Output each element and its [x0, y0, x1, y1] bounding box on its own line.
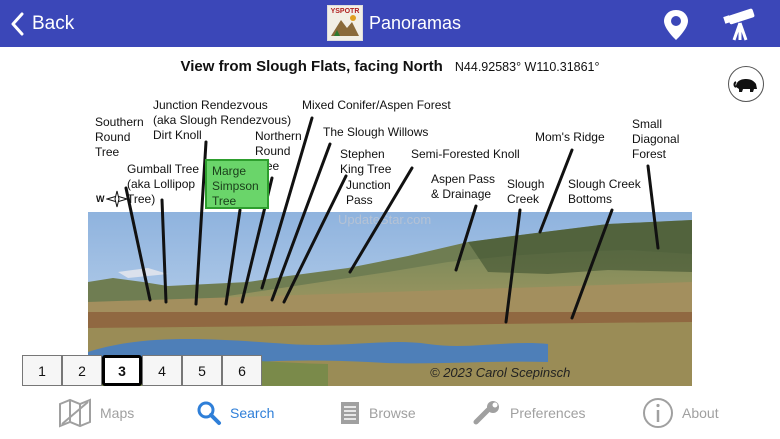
- label-stephen-king-tree[interactable]: Stephen King Tree: [340, 147, 391, 177]
- label-slough-creek-bottoms[interactable]: Slough Creek Bottoms: [568, 177, 641, 207]
- nav-title-group: YSPOTR Panoramas: [327, 5, 461, 41]
- label-aspen-pass[interactable]: Aspen Pass & Drainage: [431, 172, 495, 202]
- page-1-button[interactable]: 1: [22, 355, 62, 386]
- tab-search[interactable]: Search: [196, 396, 274, 430]
- tab-search-label: Search: [230, 405, 275, 421]
- label-marge-simpson-tree[interactable]: Marge Simpson Tree: [205, 159, 269, 209]
- page-4-button[interactable]: 4: [142, 355, 182, 386]
- label-small-diagonal-forest[interactable]: Small Diagonal Forest: [632, 117, 679, 162]
- tab-about-label: About: [682, 405, 719, 421]
- label-slough-willows[interactable]: The Slough Willows: [323, 125, 428, 140]
- tab-preferences-label: Preferences: [510, 405, 586, 421]
- bison-toggle-button[interactable]: [728, 66, 764, 102]
- panorama-heading: View from Slough Flats, facing North N44…: [0, 58, 780, 75]
- label-southern-round-tree[interactable]: Southern Round Tree: [95, 115, 144, 160]
- label-semi-forested-knoll[interactable]: Semi-Forested Knoll: [411, 147, 520, 162]
- tab-bar: Maps Search Browse Preferences About: [0, 388, 780, 439]
- compass-letter: W: [96, 194, 105, 204]
- tab-about[interactable]: About: [642, 396, 719, 430]
- panorama-coords: N44.92583° W110.31861°: [454, 60, 600, 74]
- map-icon: [59, 398, 91, 428]
- back-button[interactable]: Back: [10, 8, 74, 40]
- page-2-button[interactable]: 2: [62, 355, 102, 386]
- map-pin-icon: [664, 10, 688, 40]
- label-junction-pass[interactable]: Junction Pass: [346, 178, 391, 208]
- page-3-button[interactable]: 3: [102, 355, 142, 386]
- label-slough-creek[interactable]: Slough Creek: [507, 177, 544, 207]
- search-icon: [197, 401, 221, 425]
- page-6-button[interactable]: 6: [222, 355, 262, 386]
- page-5-button[interactable]: 5: [182, 355, 222, 386]
- photo-credit: © 2023 Carol Scepinsch: [430, 365, 571, 380]
- watermark-text: UpdateStar.com: [338, 212, 432, 227]
- document-list-icon: [341, 402, 359, 424]
- page-selector: 1 2 3 4 5 6: [22, 355, 262, 386]
- bison-icon: [733, 79, 757, 92]
- compass-indicator: W: [96, 190, 128, 208]
- page-title: Panoramas: [369, 12, 462, 33]
- map-pin-button[interactable]: [662, 8, 690, 47]
- tab-maps[interactable]: Maps: [58, 396, 134, 430]
- mountain-icon: [331, 15, 359, 36]
- label-gumball-tree[interactable]: Gumball Tree (aka Lollipop Tree): [127, 162, 199, 207]
- tab-maps-label: Maps: [100, 405, 135, 421]
- tab-browse-label: Browse: [369, 405, 416, 421]
- telescope-icon: [723, 8, 755, 41]
- compass-icon: [105, 190, 128, 208]
- label-mixed-conifer[interactable]: Mixed Conifer/Aspen Forest: [302, 98, 451, 113]
- app-logo: YSPOTR: [327, 5, 363, 41]
- back-label: Back: [32, 13, 75, 34]
- nav-bar: Back YSPOTR Panoramas: [0, 0, 780, 47]
- tab-preferences[interactable]: Preferences: [472, 396, 585, 430]
- telescope-button[interactable]: [722, 6, 758, 47]
- panorama-title: View from Slough Flats, facing North: [180, 58, 443, 75]
- label-moms-ridge[interactable]: Mom's Ridge: [535, 130, 605, 145]
- wrench-icon: [473, 401, 499, 425]
- tab-browse[interactable]: Browse: [339, 396, 416, 430]
- info-icon: [643, 398, 673, 428]
- chevron-left-icon: [11, 12, 24, 36]
